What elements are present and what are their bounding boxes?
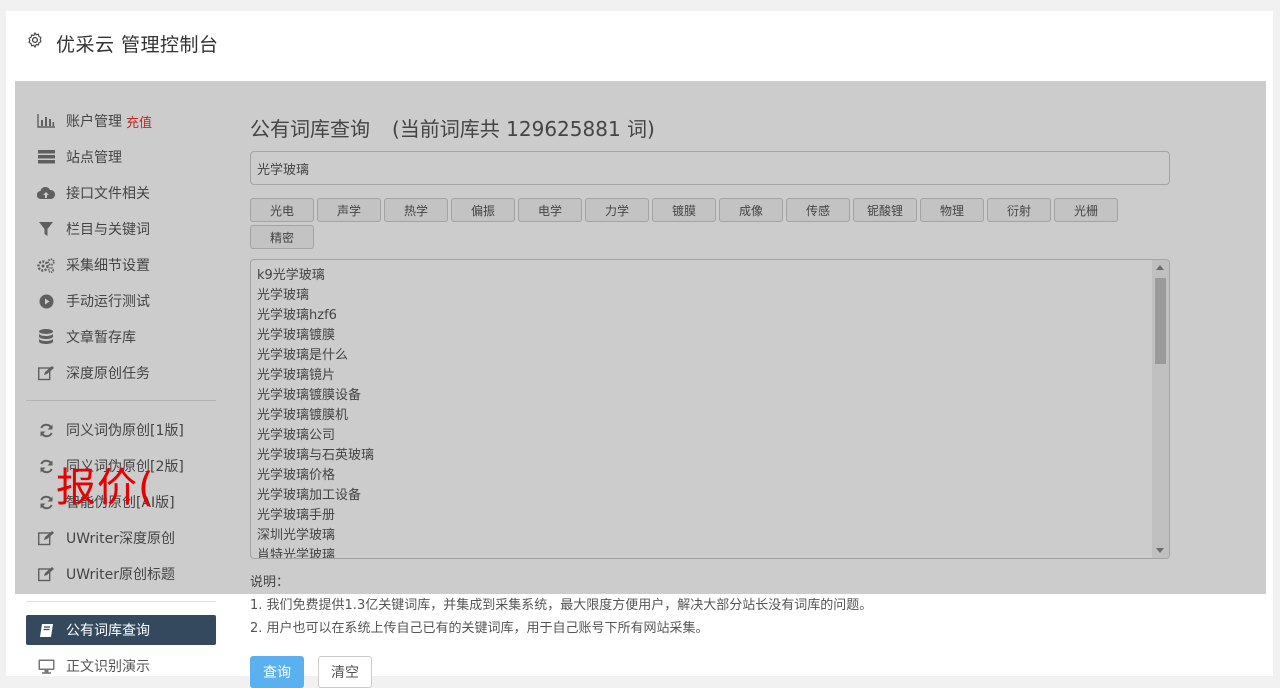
sidebar-item-label: 公有词库查询 [66, 623, 150, 639]
book-icon [36, 622, 56, 638]
note-line-1: 1. 我们免费提供1.3亿关键词库，并集成到采集系统，最大限度方便用户，解决大部… [250, 598, 873, 613]
scroll-down-icon[interactable] [1156, 548, 1164, 553]
tag-button[interactable]: 物理 [920, 198, 984, 222]
gears-icon [36, 257, 56, 273]
list-item[interactable]: 光学玻璃镀膜设备 [251, 386, 1169, 406]
list-item[interactable]: 光学玻璃镜片 [251, 366, 1169, 386]
tag-button[interactable]: 光栅 [1054, 198, 1118, 222]
edit-icon [36, 530, 56, 546]
tag-button[interactable]: 铌酸锂 [853, 198, 917, 222]
filter-icon [36, 221, 56, 237]
notes-section: 说明： 1. 我们免费提供1.3亿关键词库，并集成到采集系统，最大限度方便用户，… [250, 571, 872, 640]
top-header: 优采云 管理控制台 [6, 11, 1274, 82]
list-item[interactable]: 光学玻璃价格 [251, 466, 1169, 486]
tag-button[interactable]: 力学 [585, 198, 649, 222]
sidebar-item-label: 采集细节设置 [66, 258, 150, 274]
sidebar-item-label: 正文识别演示 [66, 659, 150, 675]
server-icon [36, 149, 56, 165]
sidebar-item-label: 接口文件相关 [66, 186, 150, 202]
tag-button[interactable]: 电学 [518, 198, 582, 222]
refresh-icon [36, 494, 56, 510]
main-panel: 账户管理 充值 站点管理 接口文件相关 栏目与关键词 采集细节设置 手动运行测试… [6, 81, 1273, 688]
tag-button[interactable]: 声学 [317, 198, 381, 222]
database-icon [36, 329, 56, 345]
gear-icon [28, 32, 42, 48]
refresh-icon [36, 458, 56, 474]
list-item[interactable]: 光学玻璃镀膜 [251, 326, 1169, 346]
sidebar-item-manual-run[interactable]: 手动运行测试 [26, 286, 216, 316]
sidebar-item-label: 手动运行测试 [66, 294, 150, 310]
list-item[interactable]: 肖特光学玻璃 [251, 546, 1169, 558]
refresh-icon [36, 422, 56, 438]
scrollbar-thumb[interactable] [1155, 278, 1166, 364]
keyword-search-input[interactable] [250, 151, 1170, 185]
edit-icon [36, 566, 56, 582]
sidebar-item-uwriter-title[interactable]: UWriter原创标题 [26, 559, 216, 589]
sidebar-item-uwriter-deep[interactable]: UWriter深度原创 [26, 523, 216, 553]
edit-icon [36, 365, 56, 381]
list-item[interactable]: 光学玻璃镀膜机 [251, 406, 1169, 426]
sidebar-item-label: UWriter深度原创 [66, 531, 175, 547]
sidebar-divider [26, 601, 216, 602]
list-item[interactable]: 光学玻璃 [251, 286, 1169, 306]
tag-button[interactable]: 热学 [384, 198, 448, 222]
tag-button[interactable]: 偏振 [451, 198, 515, 222]
page-title-text: 公有词库查询 [250, 117, 370, 141]
list-item[interactable]: 光学玻璃hzf6 [251, 306, 1169, 326]
sidebar-item-collect-settings[interactable]: 采集细节设置 [26, 250, 216, 280]
notes-label: 说明： [250, 575, 290, 590]
sidebar-item-columns-keywords[interactable]: 栏目与关键词 [26, 214, 216, 244]
page-title: 公有词库查询 (当前词库共 129625881 词) [250, 113, 655, 142]
sidebar-item-synonym-v1[interactable]: 同义词伪原创[1版] [26, 415, 216, 445]
list-item[interactable]: 光学玻璃与石英玻璃 [251, 446, 1169, 466]
sidebar-item-interface-files[interactable]: 接口文件相关 [26, 178, 216, 208]
sidebar-item-label: 同义词伪原创[1版] [66, 423, 184, 439]
sidebar-item-text-recognition[interactable]: 正文识别演示 [26, 651, 216, 681]
sidebar-item-label: 文章暂存库 [66, 330, 136, 346]
list-item[interactable]: k9光学玻璃 [251, 266, 1169, 286]
note-line-2: 2. 用户也可以在系统上传自己已有的关键词库，用于自己账号下所有网站采集。 [250, 621, 709, 636]
sidebar-item-label: 栏目与关键词 [66, 222, 150, 238]
query-button[interactable]: 查询 [250, 656, 304, 688]
scroll-up-icon[interactable] [1156, 265, 1164, 270]
list-item[interactable]: 光学玻璃是什么 [251, 346, 1169, 366]
recharge-link[interactable]: 充值 [126, 112, 152, 131]
list-item[interactable]: 光学玻璃手册 [251, 506, 1169, 526]
sidebar-item-article-storage[interactable]: 文章暂存库 [26, 322, 216, 352]
cloud-upload-icon [36, 185, 56, 201]
list-item[interactable]: 光学玻璃加工设备 [251, 486, 1169, 506]
keyword-results-list[interactable]: k9光学玻璃 光学玻璃 光学玻璃hzf6 光学玻璃镀膜 光学玻璃是什么 光学玻璃… [250, 259, 1170, 559]
clear-button[interactable]: 清空 [318, 656, 372, 688]
sidebar-item-public-lexicon[interactable]: 公有词库查询 [26, 615, 216, 645]
tag-button[interactable]: 成像 [719, 198, 783, 222]
monitor-icon [36, 658, 56, 674]
sidebar-item-label: 深度原创任务 [66, 366, 150, 382]
lexicon-count: (当前词库共 129625881 词) [392, 117, 655, 141]
overlay-red-text: 报价( [56, 465, 155, 511]
results-scrollbar[interactable] [1152, 260, 1169, 558]
tag-button[interactable]: 镀膜 [652, 198, 716, 222]
sidebar-item-label: 账户管理 [66, 114, 122, 130]
sidebar-item-sites[interactable]: 站点管理 [26, 142, 216, 172]
tag-button[interactable]: 传感 [786, 198, 850, 222]
list-item[interactable]: 深圳光学玻璃 [251, 526, 1169, 546]
play-circle-icon [36, 293, 56, 309]
page-scrollbar[interactable] [1273, 0, 1280, 676]
bar-chart-icon [36, 113, 56, 129]
sidebar-item-account[interactable]: 账户管理 充值 [26, 106, 216, 136]
tag-button[interactable]: 光电 [250, 198, 314, 222]
sidebar-divider [26, 400, 216, 401]
tag-button[interactable]: 衍射 [987, 198, 1051, 222]
sidebar-item-label: UWriter原创标题 [66, 567, 175, 583]
tag-button[interactable]: 精密 [250, 225, 314, 249]
console-title: 优采云 管理控制台 [56, 34, 219, 56]
sidebar-item-deep-original[interactable]: 深度原创任务 [26, 358, 216, 388]
list-item[interactable]: 光学玻璃公司 [251, 426, 1169, 446]
sidebar-item-label: 站点管理 [66, 150, 122, 166]
